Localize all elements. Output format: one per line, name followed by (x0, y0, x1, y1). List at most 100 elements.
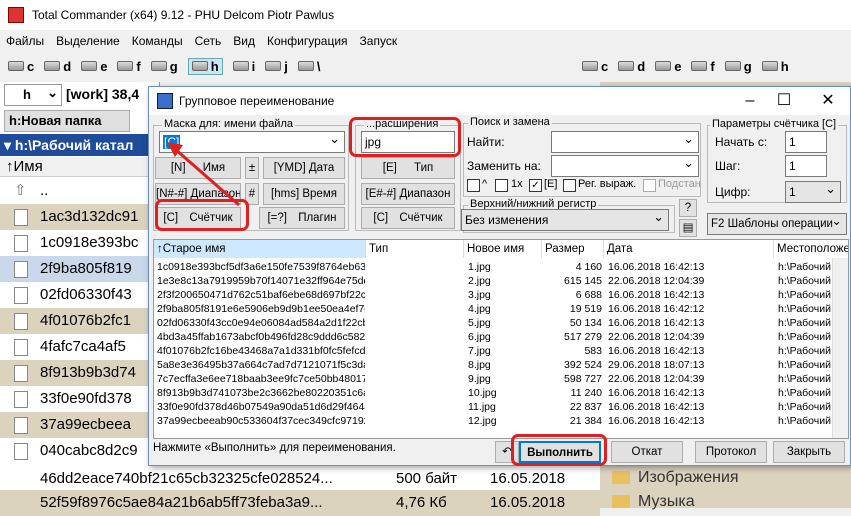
menu-net[interactable]: Сеть (189, 34, 228, 48)
start-input[interactable]: 1 (785, 131, 827, 153)
drive-g[interactable]: g (150, 59, 178, 74)
table-row[interactable]: 37a99ecbeeab90c533604f37cec349cfc97192a0… (154, 414, 848, 428)
drive-i[interactable]: i (232, 59, 255, 74)
menu-files[interactable]: Файлы (0, 34, 50, 48)
drive-j[interactable]: j (265, 59, 288, 74)
ext-range-btn[interactable]: [E#-#] Диапазон (361, 183, 455, 205)
drive-icon (81, 61, 98, 71)
plugin-btn[interactable]: [=?] Плагин (259, 207, 345, 229)
close-button[interactable]: Закрыть (773, 441, 845, 463)
table-row[interactable]: 46dd2eace740bf21c65cb32325cfe028524... 5… (0, 466, 600, 492)
drive-icon (150, 61, 167, 71)
file-icon (14, 235, 28, 252)
table-row[interactable]: 2f9ba805f8191e6e5906eb9d9b1ee50ea4ef7ce1… (154, 302, 848, 316)
table-row[interactable]: 02fd06330f43cc0e94e06084ad584a2d1f22cbc2… (154, 316, 848, 330)
drive-d-right[interactable]: d (618, 59, 645, 74)
help-button[interactable]: ? (679, 199, 697, 217)
table-row[interactable]: 2f3f200650471d762c51baf6ebe68d697bf22ceb… (154, 288, 848, 302)
regex-checkbox[interactable] (563, 179, 576, 192)
list-item[interactable]: 2f9ba805f819 (0, 256, 160, 282)
drive-c[interactable]: c (8, 59, 34, 74)
drive-e-right[interactable]: e (655, 59, 681, 74)
list-item[interactable]: 4f01076b2fc1 (0, 308, 160, 334)
menu-config[interactable]: Конфигурация (261, 34, 354, 48)
col-location[interactable]: Местоположен (774, 240, 848, 258)
time-btn[interactable]: [hms] Время (263, 183, 345, 205)
ext-counter-btn[interactable]: [C] Счётчик (361, 207, 455, 229)
file-icon (14, 261, 28, 278)
app-icon (8, 7, 24, 23)
notes-icon[interactable]: ▤ (679, 219, 697, 237)
maximize-button[interactable]: ☐ (769, 91, 799, 111)
list-item[interactable]: 1ac3d132dc91 (0, 204, 160, 230)
subst-checkbox[interactable] (643, 179, 656, 192)
left-col-name[interactable]: ↑Имя (0, 157, 160, 177)
right-folder-images[interactable]: Изображения (612, 466, 739, 490)
replace-input[interactable] (551, 155, 699, 177)
drive-g-right[interactable]: g (724, 59, 752, 74)
right-folder-music[interactable]: Музыка (612, 490, 695, 514)
rollback-button[interactable]: Откат (611, 441, 683, 463)
drive-d[interactable]: d (44, 59, 71, 74)
table-scrollbar[interactable] (832, 258, 848, 438)
drive-h-right[interactable]: h (761, 59, 789, 74)
list-item[interactable]: 1c0918e393bc (0, 230, 160, 256)
ext-type-btn[interactable]: [E] Тип (361, 157, 455, 179)
parent-dir-row[interactable]: ⇧.. (0, 178, 160, 204)
table-row[interactable]: 33f0e90fd378d46b07549a90da51d6d29f464438… (154, 400, 848, 414)
drive-e[interactable]: e (81, 59, 107, 74)
table-row[interactable]: 8f913b9b3d741073be2c3662be80220351c6a0f0… (154, 386, 848, 400)
start-label: Начать с: (715, 135, 768, 149)
find-input[interactable] (551, 131, 699, 153)
menu-commands[interactable]: Команды (126, 34, 189, 48)
menu-start[interactable]: Запуск (354, 34, 404, 48)
drive-f-right[interactable]: f (691, 59, 715, 74)
col-date[interactable]: Дата (604, 240, 774, 258)
left-drive-combo[interactable]: h ⌄ (4, 84, 62, 106)
menu-view[interactable]: Вид (227, 34, 261, 48)
file-icon (14, 287, 28, 304)
drive-network[interactable]: \ (297, 59, 321, 74)
col-old-name[interactable]: ↑Старое имя (154, 240, 366, 258)
date-btn[interactable]: [YMD] Дата (263, 157, 345, 179)
replace-label: Заменить на: (467, 159, 541, 173)
folder-icon (612, 471, 630, 485)
templates-select[interactable]: F2 Шаблоны операции (707, 213, 847, 235)
col-new-name[interactable]: Новое имя (464, 240, 542, 258)
table-row[interactable]: 4f01076b2fc16be43468a7a1d331bf0fc5fefcd8… (154, 344, 848, 358)
app-titlebar: Total Commander (x64) 9.12 - PHU Delcom … (0, 0, 851, 30)
menu-select[interactable]: Выделение (50, 34, 126, 48)
step-input[interactable]: 1 (785, 155, 827, 177)
digits-select[interactable]: 1 (785, 181, 841, 203)
list-item[interactable]: 4fafc7ca4af5 (0, 334, 160, 360)
drive-h[interactable]: h (187, 57, 223, 75)
drive-f[interactable]: f (117, 59, 141, 74)
table-row[interactable]: 1c0918e393bcf5df3a6e150fe7539f8764eb63bb… (154, 260, 848, 274)
file-icon (14, 313, 28, 330)
left-folder-tab[interactable]: h:Новая папка (4, 110, 130, 132)
left-path-bar[interactable]: ▾ h:\Рабочий катал (0, 134, 160, 156)
list-item[interactable]: 040cabc8d2c9 (0, 438, 160, 464)
case-checkbox[interactable] (467, 179, 480, 192)
close-icon[interactable]: ✕ (813, 91, 843, 111)
table-row[interactable]: 52f59f8976c5ae84a21b6ab5ff73feba3a9... 4… (0, 490, 600, 516)
col-size[interactable]: Размер (542, 240, 604, 258)
list-item[interactable]: 37a99ecbeea (0, 412, 160, 438)
log-button[interactable]: Протокол (695, 441, 767, 463)
table-row[interactable]: 4bd3a45ffab1673abcf0b496fd28c9ddd6c582ed… (154, 330, 848, 344)
table-row[interactable]: 7c7ecffa3e6ee718baab3ee9fc7ce50bb4801782… (154, 372, 848, 386)
minimize-button[interactable]: – (735, 91, 765, 111)
list-item[interactable]: 8f913b9b3d74 (0, 360, 160, 386)
table-row[interactable]: 1e3e8c13a7919959b70f14071e32ff964e75ddbb… (154, 274, 848, 288)
col-type[interactable]: Тип (366, 240, 464, 258)
once-checkbox[interactable] (495, 179, 508, 192)
case-select[interactable]: Без изменения (461, 209, 669, 231)
drive-bar-right: c d e f g h (582, 54, 799, 78)
find-label: Найти: (467, 135, 505, 149)
list-item[interactable]: 02fd06330f43 (0, 282, 160, 308)
table-row[interactable]: 5a8e3e36495b37a664c7ad7d7121071f5c3dafaf… (154, 358, 848, 372)
rename-preview-table[interactable]: ↑Старое имя Тип Новое имя Размер Дата Ме… (153, 239, 849, 439)
drive-c-right[interactable]: c (582, 59, 608, 74)
ext-checkbox[interactable]: ✓ (529, 179, 542, 192)
list-item[interactable]: 33f0e90fd378 (0, 386, 160, 412)
